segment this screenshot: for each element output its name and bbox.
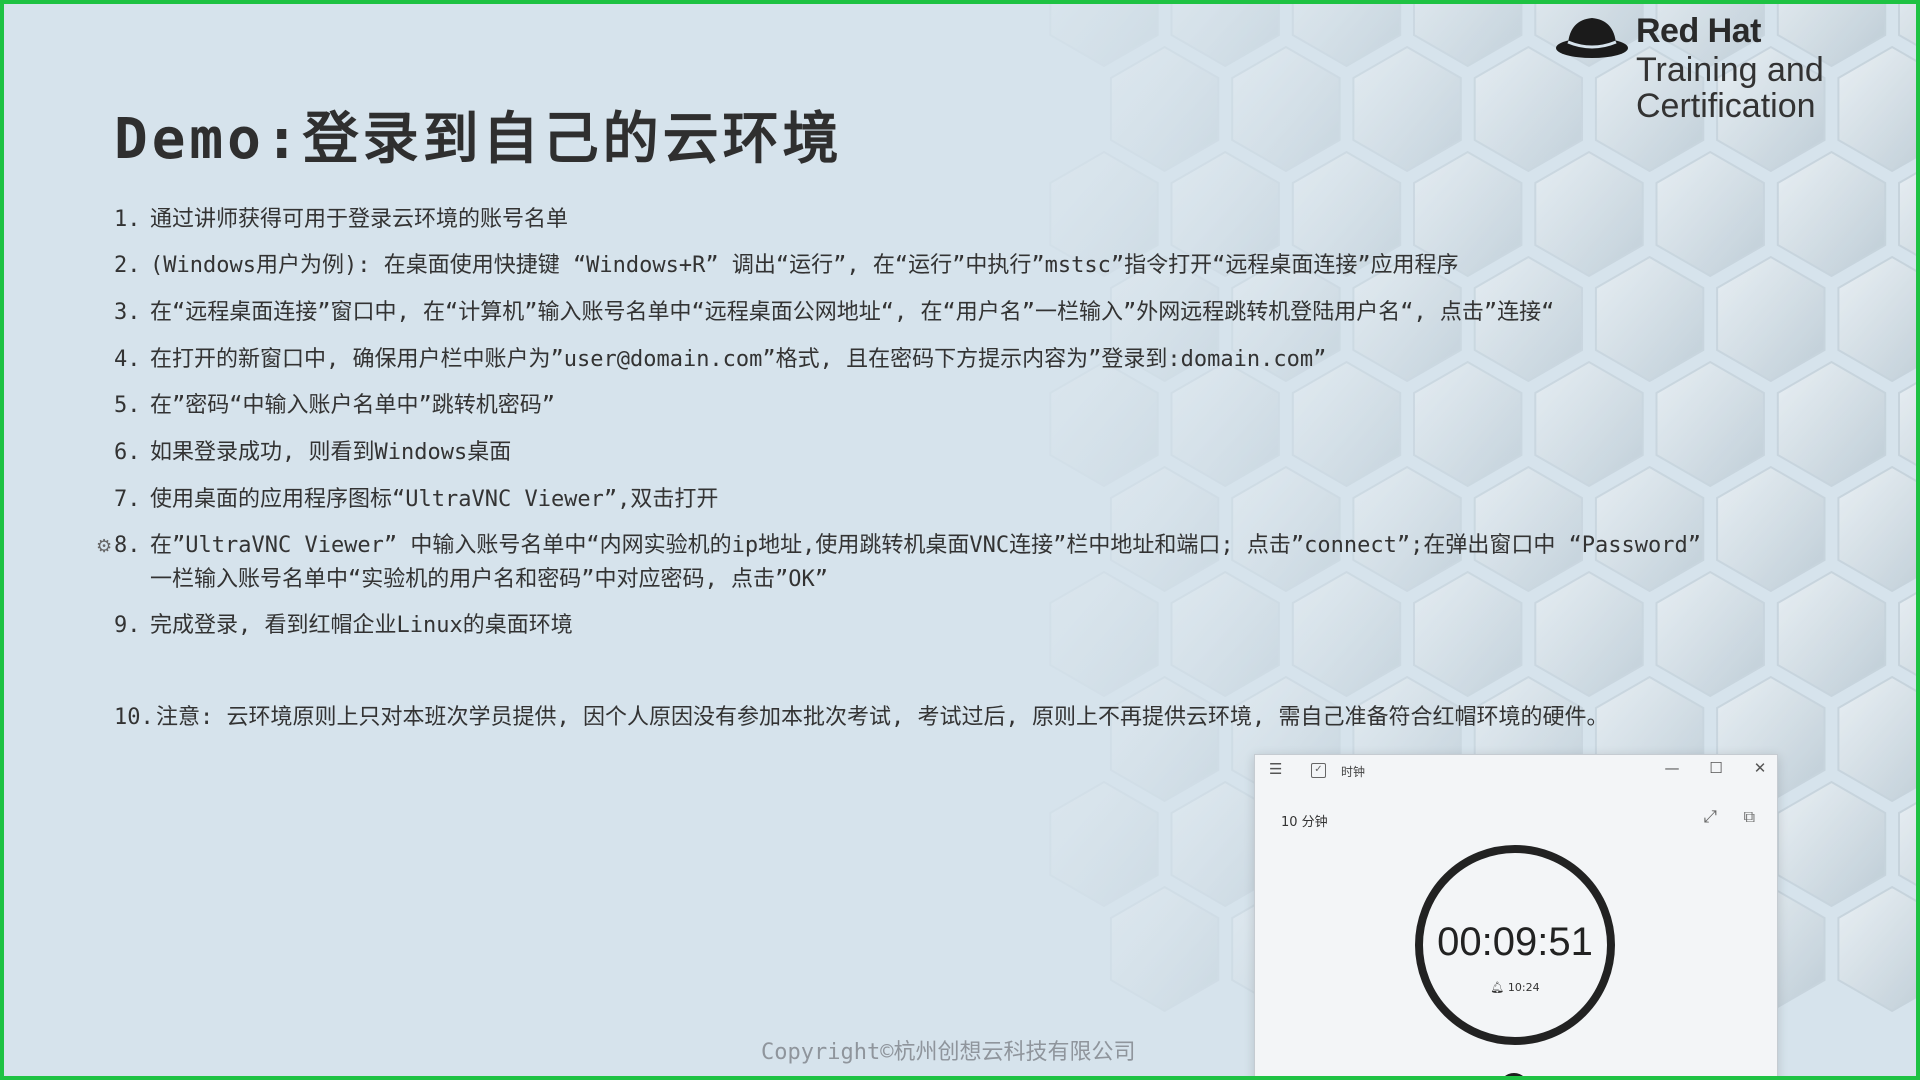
- redhat-logo: Red Hat Training and Certification: [1554, 10, 1894, 124]
- step-text: 在“远程桌面连接”窗口中, 在“计算机”输入账号名单中“远程桌面公网地址“, 在…: [150, 300, 1555, 325]
- step-number: 1.: [114, 207, 141, 232]
- step-number: 2.: [114, 253, 141, 278]
- list-item: 7. 使用桌面的应用程序图标“UltraVNC Viewer”,双击打开: [114, 484, 718, 516]
- slide: Red Hat Training and Certification Demo:…: [0, 0, 1920, 1080]
- step-number: 9.: [114, 613, 141, 638]
- list-item: 9. 完成登录, 看到红帽企业Linux的桌面环境: [114, 610, 573, 642]
- brand-line-certification: Certification: [1636, 87, 1816, 125]
- step-number: 5.: [114, 393, 141, 418]
- window-titlebar[interactable]: ☰ ✓ 时钟 — ☐ ✕: [1255, 755, 1777, 785]
- close-button[interactable]: ✕: [1745, 759, 1775, 777]
- list-item: 3. 在“远程桌面连接”窗口中, 在“计算机”输入账号名单中“远程桌面公网地址“,…: [114, 297, 1554, 329]
- timer-end-time-text: 10:24: [1507, 981, 1540, 994]
- bell-icon: 🔔︎: [1490, 981, 1505, 994]
- timer-end-time: 🔔︎ 10:24: [1415, 981, 1615, 994]
- step-number: 3.: [114, 300, 141, 325]
- step-text-continuation: 一栏输入账号名单中“实验机的用户名和密码”中对应密码, 点击”OK”: [150, 567, 828, 592]
- timer-ring-handle: [1499, 1073, 1529, 1076]
- step-number: 4.: [114, 347, 141, 372]
- window-title: 时钟: [1341, 765, 1366, 779]
- redhat-hat-icon: [1556, 18, 1628, 58]
- step-text: 在”密码“中输入账户名单中”跳转机密码”: [150, 393, 555, 418]
- list-item: 5. 在”密码“中输入账户名单中”跳转机密码”: [114, 390, 555, 422]
- step-number: 10.: [114, 705, 154, 730]
- minimize-button[interactable]: —: [1657, 759, 1687, 777]
- list-item: 10. 注意: 云环境原则上只对本班次学员提供, 因个人原因没有参加本批次考试, …: [114, 702, 1608, 734]
- expand-icon[interactable]: ⤢: [1703, 807, 1717, 827]
- step-number: 7.: [114, 487, 141, 512]
- gear-icon: ⚙: [96, 536, 113, 557]
- keep-on-top-icon[interactable]: ⧉: [1744, 807, 1755, 827]
- step-text: 完成登录, 看到红帽企业Linux的桌面环境: [150, 613, 573, 638]
- maximize-button[interactable]: ☐: [1701, 759, 1731, 777]
- list-item: 8. 在”UltraVNC Viewer” 中输入账号名单中“内网实验机的ip地址…: [114, 530, 1701, 562]
- timer-label: 10 分钟: [1281, 815, 1328, 830]
- step-number: 8.: [114, 533, 141, 558]
- clock-app-icon: ✓: [1311, 763, 1326, 778]
- list-item: 1. 通过讲师获得可用于登录云环境的账号名单: [114, 204, 568, 236]
- step-text: 注意: 云环境原则上只对本班次学员提供, 因个人原因没有参加本批次考试, 考试过…: [156, 705, 1609, 730]
- page-title: Demo:登录到自己的云环境: [114, 107, 843, 172]
- list-item: 6. 如果登录成功, 则看到Windows桌面: [114, 437, 511, 469]
- step-text: 如果登录成功, 则看到Windows桌面: [150, 440, 512, 465]
- step-text: 在打开的新窗口中, 确保用户栏中账户为”user@domain.com”格式, …: [150, 347, 1327, 372]
- step-text: 通过讲师获得可用于登录云环境的账号名单: [150, 207, 569, 232]
- step-text: 在”UltraVNC Viewer” 中输入账号名单中“内网实验机的ip地址,使…: [150, 533, 1702, 558]
- list-item: 2. (Windows用户为例): 在桌面使用快捷键 “Windows+R” 调出…: [114, 250, 1459, 282]
- step-text: 使用桌面的应用程序图标“UltraVNC Viewer”,双击打开: [150, 487, 719, 512]
- step-text: (Windows用户为例): 在桌面使用快捷键 “Windows+R” 调出“运…: [150, 253, 1459, 278]
- brand-line-training: Training and: [1636, 51, 1824, 89]
- timer-remaining: 00:09:51: [1437, 920, 1593, 964]
- brand-name: Red Hat: [1636, 12, 1761, 50]
- clock-window[interactable]: ☰ ✓ 时钟 — ☐ ✕ 10 分钟 ⤢ ⧉ 00:09:51 🔔︎ 10:24: [1254, 754, 1778, 1076]
- copyright-text: Copyright©杭州创想云科技有限公司: [761, 1040, 1136, 1065]
- list-item: 4. 在打开的新窗口中, 确保用户栏中账户为”user@domain.com”格式…: [114, 344, 1326, 376]
- list-item-continuation: 一栏输入账号名单中“实验机的用户名和密码”中对应密码, 点击”OK”: [114, 564, 828, 596]
- hamburger-icon[interactable]: ☰: [1269, 760, 1282, 778]
- step-number: 6.: [114, 440, 141, 465]
